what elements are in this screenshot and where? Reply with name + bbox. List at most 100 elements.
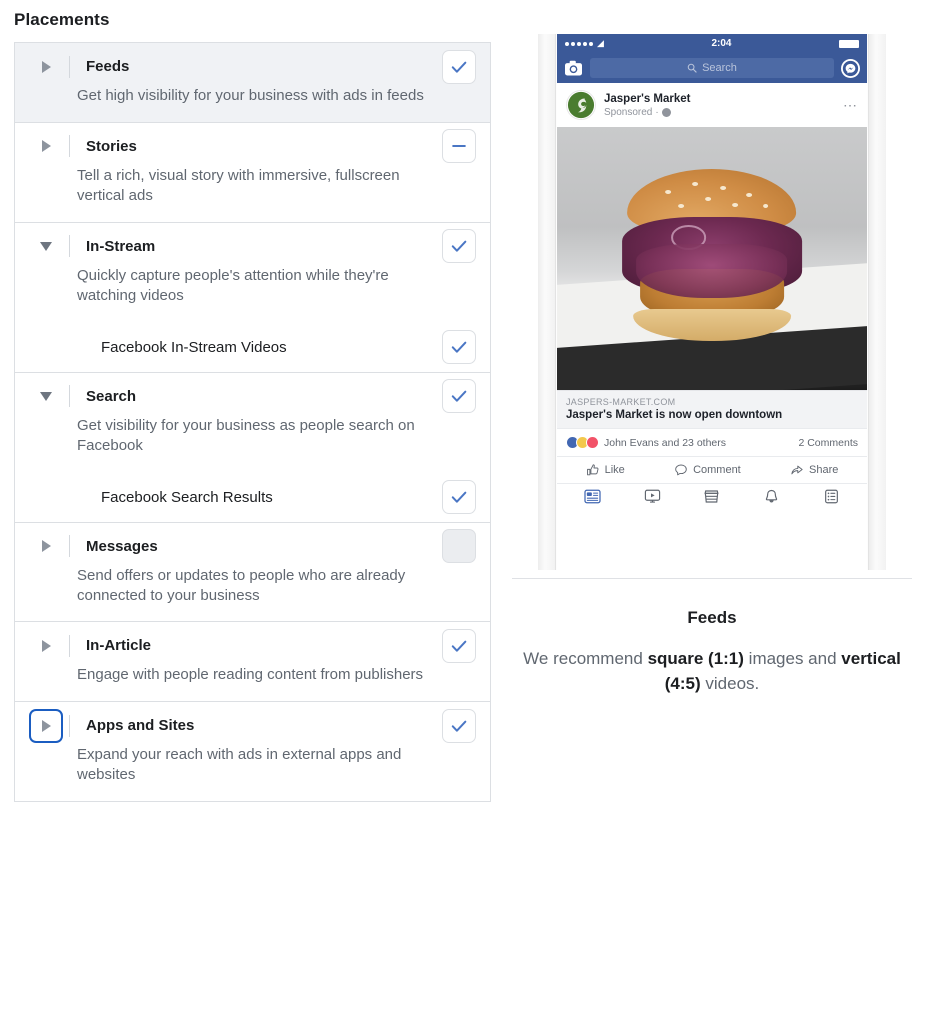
placement-subrow-label-facebook-search-results: Facebook Search Results [101, 488, 273, 506]
placement-name-messages: Messages [86, 537, 158, 555]
camera-icon[interactable] [564, 60, 583, 77]
header-separator [69, 55, 70, 78]
recommendation-segment-0: We recommend [523, 649, 648, 668]
ellipsis-icon[interactable]: ⋯ [843, 97, 858, 114]
disclosure-triangle-feeds-icon[interactable] [31, 52, 61, 82]
placement-subrow-label-facebook-in-stream-videos: Facebook In-Stream Videos [101, 338, 287, 356]
placement-checkbox-stories[interactable] [442, 129, 476, 164]
placement-checkbox-in-article[interactable] [442, 628, 476, 663]
post-author-block: Jasper's Market Sponsored · [604, 92, 690, 117]
comment-bubble-icon [675, 464, 687, 476]
placement-group-messages[interactable]: Messages Send offers or updates to people… [15, 523, 490, 623]
link-preview[interactable]: JASPERS-MARKET.COM Jasper's Market is no… [557, 390, 867, 428]
placement-header-apps-and-sites[interactable]: Apps and Sites [15, 702, 490, 749]
placement-preview-panel: ◢ 2:04 Search Jasper's Market Sponsored … [500, 34, 924, 696]
check-icon [451, 720, 467, 732]
reaction-count-text[interactable]: John Evans and 23 others [604, 437, 726, 449]
check-icon [451, 491, 467, 503]
link-headline: Jasper's Market is now open downtown [566, 409, 783, 421]
marketplace-icon[interactable] [703, 489, 720, 509]
placement-group-stories[interactable]: Stories Tell a rich, visual story with im… [15, 123, 490, 223]
header-separator [69, 714, 70, 737]
reaction-summary-row: John Evans and 23 others 2 Comments [557, 428, 867, 456]
placement-name-search: Search [86, 387, 137, 405]
placement-checkbox-search[interactable] [442, 379, 476, 414]
check-icon [451, 61, 467, 73]
preview-divider [512, 578, 912, 579]
recommendation-segment-1: square (1:1) [647, 649, 744, 668]
menu-list-icon[interactable] [823, 489, 840, 509]
placement-header-messages[interactable]: Messages [15, 523, 490, 570]
placements-list: Feeds Get high visibility for your busine… [14, 42, 491, 803]
header-separator [69, 634, 70, 657]
disclosure-triangle-stories-icon[interactable] [31, 131, 61, 161]
placement-checkbox-feeds[interactable] [442, 49, 476, 84]
phone-bezel-left [538, 34, 556, 570]
placement-group-feeds[interactable]: Feeds Get high visibility for your busine… [15, 43, 490, 123]
placement-header-in-article[interactable]: In-Article [15, 622, 490, 669]
disclosure-triangle-search-icon[interactable] [31, 381, 61, 411]
placement-group-search[interactable]: Search Get visibility for your business a… [15, 373, 490, 523]
link-domain: JASPERS-MARKET.COM [566, 397, 676, 407]
recommendation-segment-4: videos. [700, 673, 760, 693]
placement-header-stories[interactable]: Stories [15, 123, 490, 170]
placement-group-in-stream[interactable]: In-Stream Quickly capture people's attent… [15, 223, 490, 373]
check-icon [451, 341, 467, 353]
comment-button[interactable]: Comment [674, 463, 741, 477]
search-icon [687, 63, 697, 73]
avatar[interactable] [566, 90, 596, 120]
placement-checkbox-apps-and-sites[interactable] [442, 708, 476, 743]
placement-group-apps-and-sites[interactable]: Apps and Sites Expand your reach with ads… [15, 702, 490, 801]
bun-bottom [632, 308, 792, 341]
news-feed-icon[interactable] [584, 489, 601, 509]
placement-group-in-article[interactable]: In-Article Engage with people reading con… [15, 622, 490, 703]
preview-placement-title: Feeds [687, 608, 737, 627]
placement-header-in-stream[interactable]: In-Stream [15, 223, 490, 270]
love-reaction-icon [586, 436, 599, 449]
check-icon [451, 640, 467, 652]
disclosure-triangle-messages-icon[interactable] [31, 531, 61, 561]
placement-description-feeds: Get high visibility for your business wi… [77, 87, 424, 104]
placements-screen: Placements Feeds Get high visibility for … [0, 0, 934, 1024]
search-input[interactable]: Search [590, 58, 834, 78]
post-page-name: Jasper's Market [604, 93, 691, 106]
burger-illustration [622, 169, 802, 348]
header-separator [69, 385, 70, 408]
placement-checkbox-messages[interactable] [442, 529, 476, 564]
phone-bezel-right [868, 34, 886, 570]
status-bar-time: 2:04 [711, 38, 732, 49]
placement-subrow-checkbox-facebook-in-stream-videos[interactable] [442, 330, 476, 365]
placement-name-in-stream: In-Stream [86, 237, 156, 255]
wifi-icon: ◢ [597, 38, 604, 48]
slaw-layer-front [636, 244, 788, 298]
like-label: Like [604, 464, 625, 476]
placement-subrow-facebook-in-stream-videos[interactable]: Facebook In-Stream Videos [15, 322, 490, 372]
placement-header-search[interactable]: Search [15, 373, 490, 420]
watch-video-icon[interactable] [644, 489, 661, 509]
header-separator [69, 135, 70, 158]
post-image [557, 127, 867, 390]
disclosure-triangle-apps-and-sites-icon[interactable] [31, 711, 61, 741]
placement-description-in-stream: Quickly capture people's attention while… [77, 266, 389, 304]
share-arrow-icon [791, 465, 803, 475]
comment-count-text[interactable]: 2 Comments [798, 437, 858, 449]
status-bar: ◢ 2:04 [557, 34, 867, 53]
placement-subrow-facebook-search-results[interactable]: Facebook Search Results [15, 472, 490, 522]
thumbs-up-icon [586, 464, 599, 476]
disclosure-triangle-in-article-icon[interactable] [31, 631, 61, 661]
placement-checkbox-in-stream[interactable] [442, 229, 476, 264]
placement-description-messages: Send offers or updates to people who are… [77, 566, 406, 604]
header-separator [69, 235, 70, 258]
preview-recommendation-text: We recommend square (1:1) images and ver… [500, 647, 924, 696]
disclosure-triangle-in-stream-icon[interactable] [31, 231, 61, 261]
recommendation-segment-2: images and [743, 649, 842, 668]
share-button[interactable]: Share [790, 463, 838, 477]
notifications-bell-icon[interactable] [763, 489, 780, 509]
placement-subrow-checkbox-facebook-search-results[interactable] [442, 480, 476, 515]
globe-icon [661, 107, 671, 117]
like-button[interactable]: Like [586, 463, 625, 477]
reaction-icons [566, 436, 599, 449]
messenger-icon[interactable] [841, 58, 860, 78]
comment-label: Comment [693, 464, 741, 476]
placement-header-feeds[interactable]: Feeds [15, 43, 490, 90]
